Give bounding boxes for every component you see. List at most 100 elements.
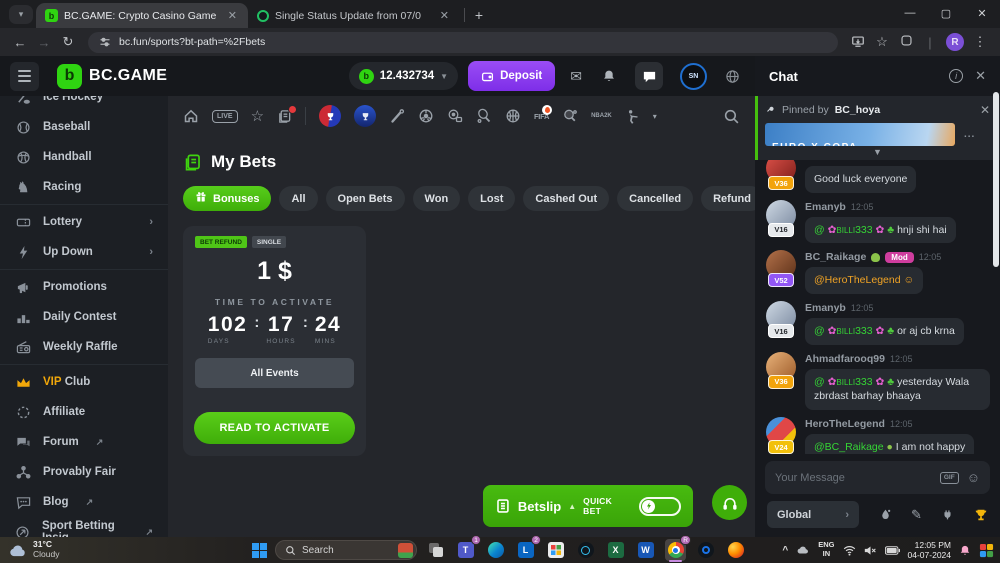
language-indicator[interactable]: ENGIN bbox=[818, 541, 834, 558]
chat-room-selector[interactable]: Global › bbox=[767, 501, 859, 528]
table-tennis-icon[interactable] bbox=[562, 108, 578, 124]
username[interactable]: Ahmadfarooq99 bbox=[805, 353, 885, 365]
username[interactable]: Emanyb bbox=[805, 302, 846, 314]
filter-chip-cancelled[interactable]: Cancelled bbox=[617, 186, 693, 211]
copa-america-icon[interactable] bbox=[354, 105, 376, 127]
chat-input-container[interactable]: GIF ☺ bbox=[765, 461, 990, 494]
extensions-icon[interactable] bbox=[894, 34, 918, 50]
app-icon-store[interactable] bbox=[545, 539, 566, 561]
filter-chip-lost[interactable]: Lost bbox=[468, 186, 515, 211]
counter-strike-icon[interactable] bbox=[625, 109, 640, 124]
pinned-close-icon[interactable]: ✕ bbox=[980, 103, 990, 117]
taskbar-search[interactable]: Search bbox=[275, 540, 417, 560]
basketball-icon[interactable] bbox=[505, 108, 521, 124]
balance-selector[interactable]: b 12.432734 ▼ bbox=[349, 62, 458, 90]
sidebar-item-lottery[interactable]: Lottery› bbox=[0, 207, 168, 237]
bookmark-star-icon[interactable]: ☆ bbox=[870, 34, 894, 50]
chat-message-input[interactable] bbox=[775, 472, 932, 484]
chat-info-icon[interactable]: i bbox=[949, 69, 963, 83]
live-badge[interactable]: LIVE bbox=[212, 110, 238, 123]
pinned-more[interactable]: ... bbox=[964, 129, 975, 140]
gif-icon[interactable]: GIF bbox=[940, 472, 959, 484]
sidebar-item-blog[interactable]: Blog↗ bbox=[0, 487, 168, 517]
start-button[interactable] bbox=[252, 543, 267, 558]
tab-status-update[interactable]: Single Status Update from 07/0 ✕ bbox=[248, 3, 460, 28]
sidebar-item-handball[interactable]: Handball bbox=[0, 142, 168, 172]
search-icon[interactable] bbox=[723, 108, 740, 125]
app-icon-chrome[interactable]: R bbox=[665, 539, 686, 561]
user-avatar[interactable]: SN bbox=[680, 63, 707, 90]
chat-toggle-button[interactable] bbox=[635, 62, 663, 90]
home-icon[interactable] bbox=[183, 108, 199, 124]
onedrive-icon[interactable] bbox=[796, 545, 810, 555]
browser-profile-avatar[interactable]: R bbox=[946, 33, 964, 51]
bell-icon[interactable] bbox=[602, 69, 616, 83]
quick-bet-toggle[interactable] bbox=[639, 497, 681, 516]
app-icon-outlook[interactable] bbox=[695, 539, 716, 561]
pinned-banner-image[interactable]: EURO X COPA bbox=[765, 123, 955, 146]
globe-icon[interactable] bbox=[725, 69, 740, 84]
more-sports-caret[interactable]: ▾ bbox=[653, 112, 657, 121]
app-icon-linkedin[interactable]: L2 bbox=[515, 539, 536, 561]
app-icon-firefox[interactable] bbox=[725, 539, 746, 561]
site-logo[interactable]: b BC.GAME bbox=[57, 64, 167, 89]
taskbar-weather[interactable]: 31°C Cloudy bbox=[8, 540, 59, 560]
app-icon-teams[interactable]: T1 bbox=[455, 539, 476, 561]
deposit-button[interactable]: Deposit bbox=[468, 61, 555, 91]
sidebar-item-daily-contest[interactable]: Daily Contest bbox=[0, 302, 168, 332]
new-tab-button[interactable]: + bbox=[469, 5, 489, 25]
username[interactable]: BC_Raikage bbox=[805, 251, 866, 263]
trophy-icon[interactable] bbox=[974, 508, 988, 522]
send-to-device-icon[interactable] bbox=[846, 34, 870, 51]
nba2k-icon[interactable]: NBA 2K bbox=[591, 113, 612, 119]
reload-icon[interactable]: ↻ bbox=[56, 34, 80, 50]
app-icon-alexa[interactable] bbox=[575, 539, 596, 561]
soccer-icon[interactable] bbox=[418, 108, 434, 124]
taskbar-clock[interactable]: 12:05 PM 04-07-2024 bbox=[908, 540, 951, 560]
page-scrollbar-thumb[interactable] bbox=[993, 92, 999, 267]
sidebar-item-affiliate[interactable]: Affiliate bbox=[0, 397, 168, 427]
pinned-expand-chevron[interactable]: ▼ bbox=[765, 147, 990, 157]
pencil-icon[interactable]: ✎ bbox=[911, 507, 922, 523]
e-soccer-icon[interactable] bbox=[447, 108, 463, 124]
wifi-icon[interactable] bbox=[843, 545, 856, 556]
rain-icon[interactable] bbox=[879, 508, 892, 521]
sidebar-item-ice-hockey[interactable]: Ice Hockey bbox=[0, 96, 168, 112]
emoji-icon[interactable]: ☺ bbox=[967, 470, 980, 485]
sidebar-item-forum[interactable]: Forum↗ bbox=[0, 427, 168, 457]
chat-close-icon[interactable]: ✕ bbox=[975, 68, 986, 84]
app-icon-excel[interactable]: X bbox=[605, 539, 626, 561]
site-settings-icon[interactable] bbox=[99, 36, 111, 48]
tray-expand-chevron[interactable]: ^ bbox=[782, 545, 788, 556]
sidebar-item-baseball[interactable]: Baseball bbox=[0, 112, 168, 142]
filter-chip-all[interactable]: All bbox=[279, 186, 317, 211]
maximize-button[interactable]: ▢ bbox=[928, 0, 964, 26]
forward-icon[interactable]: → bbox=[32, 35, 56, 50]
tab-close-icon[interactable]: ✕ bbox=[438, 9, 451, 22]
all-events-button[interactable]: All Events bbox=[195, 358, 354, 388]
plug-icon[interactable] bbox=[941, 508, 954, 521]
sidebar-item-weekly-raffle[interactable]: Weekly Raffle bbox=[0, 332, 168, 362]
filter-chip-bonuses[interactable]: Bonuses bbox=[183, 186, 271, 211]
app-icon-task-view[interactable] bbox=[425, 539, 446, 561]
tab-bcgame[interactable]: b BC.GAME: Crypto Casino Game ✕ bbox=[36, 3, 248, 28]
sidebar-item-vip-club[interactable]: VIP Club bbox=[0, 367, 168, 397]
filter-chip-refund[interactable]: Refund bbox=[701, 186, 755, 211]
hamburger-menu-button[interactable] bbox=[10, 62, 39, 91]
volume-muted-icon[interactable] bbox=[864, 545, 877, 556]
sidebar-item-up-down[interactable]: Up Down› bbox=[0, 237, 168, 267]
username[interactable]: HeroTheLegend bbox=[805, 418, 885, 430]
tab-close-icon[interactable]: ✕ bbox=[226, 9, 239, 22]
baseball-bat-icon[interactable] bbox=[389, 108, 405, 124]
favorites-star-icon[interactable]: ☆ bbox=[251, 107, 264, 125]
minimize-button[interactable]: — bbox=[892, 0, 928, 26]
app-icon-word[interactable]: W bbox=[635, 539, 656, 561]
support-button[interactable] bbox=[712, 485, 747, 520]
app-icon-edge[interactable] bbox=[485, 539, 506, 561]
widgets-icon[interactable] bbox=[979, 543, 994, 558]
mail-icon[interactable]: ✉ bbox=[570, 68, 582, 85]
tab-search-button[interactable]: ▾ bbox=[9, 5, 33, 24]
close-button[interactable]: ✕ bbox=[964, 0, 1000, 26]
username[interactable]: Emanyb bbox=[805, 201, 846, 213]
read-to-activate-button[interactable]: READ TO ACTIVATE bbox=[194, 412, 355, 444]
